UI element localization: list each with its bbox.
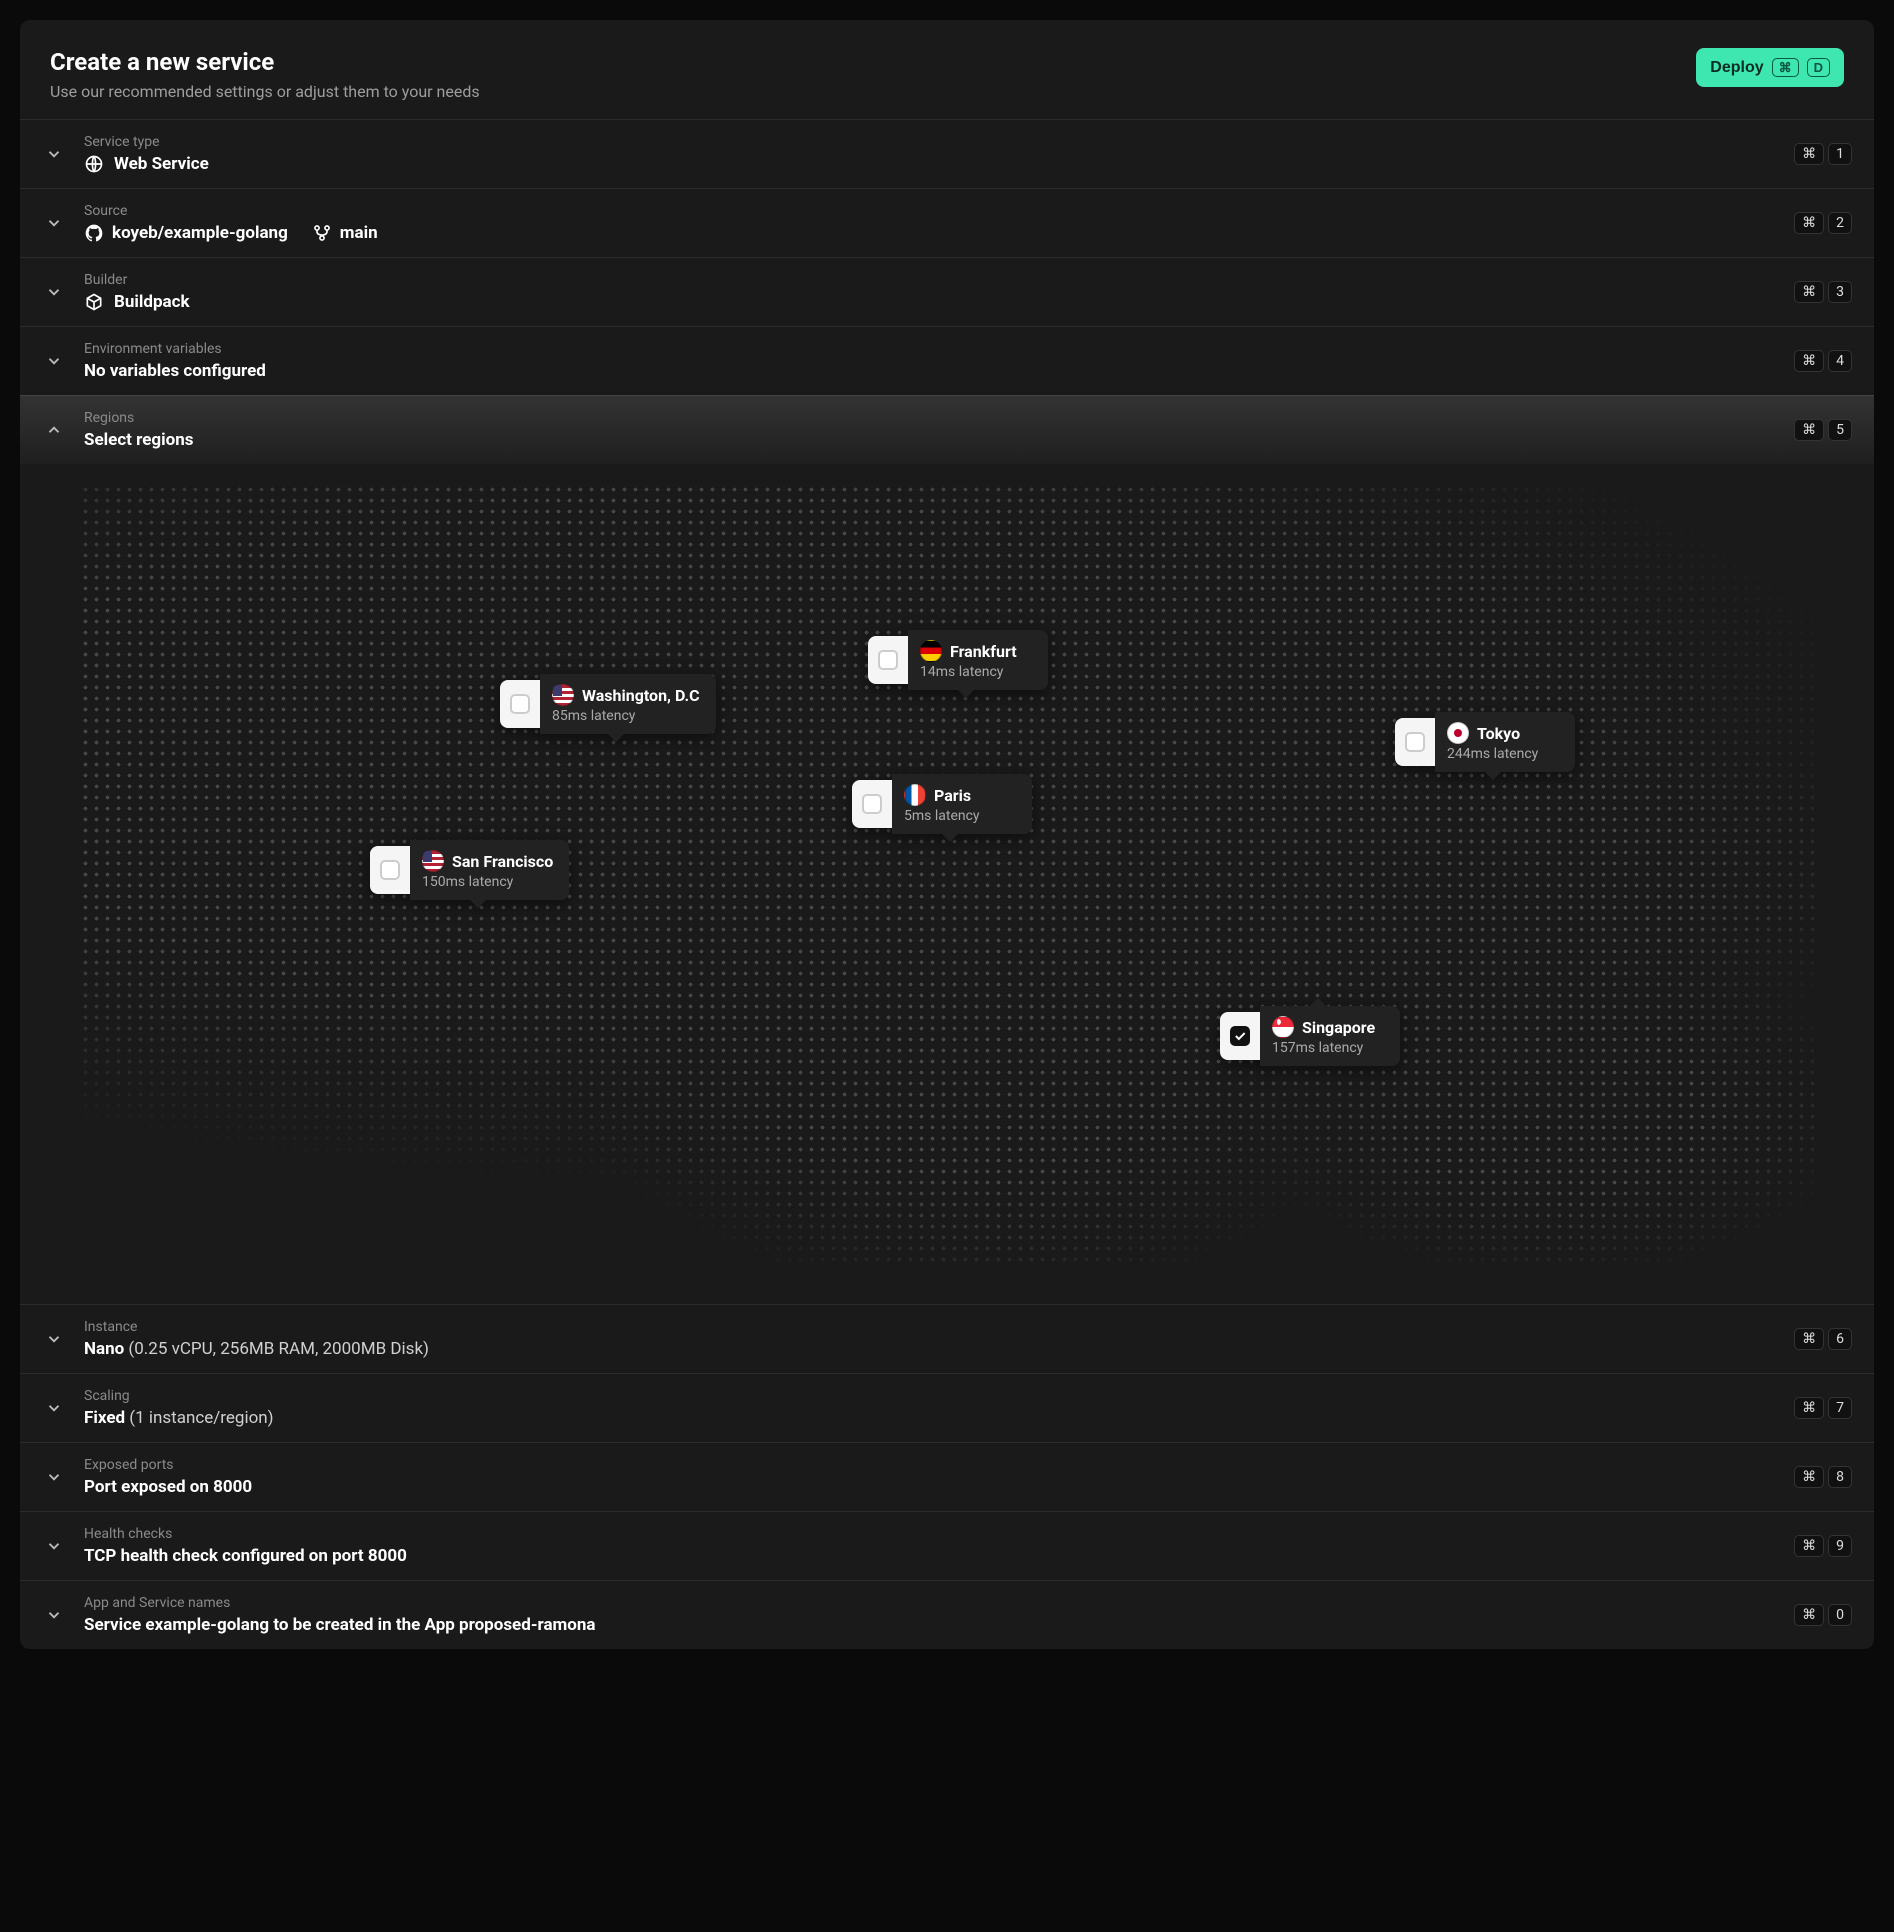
shortcut-builder: ⌘ 3 [1794, 281, 1852, 303]
shortcut-source: ⌘ 2 [1794, 212, 1852, 234]
page-title: Create a new service [50, 48, 480, 76]
env-value: No variables configured [84, 361, 266, 381]
region-card-paris: Paris 5ms latency [852, 774, 1032, 834]
section-instance[interactable]: Instance Nano (0.25 vCPU, 256MB RAM, 200… [20, 1304, 1874, 1373]
card-header: Create a new service Use our recommended… [20, 20, 1874, 119]
region-name-tokyo: Tokyo [1477, 724, 1520, 743]
shortcut-scaling: ⌘ 7 [1794, 1397, 1852, 1419]
chevron-down-icon [42, 1534, 66, 1558]
source-repo: koyeb/example-golang [112, 223, 288, 243]
region-name-washington: Washington, D.C [582, 686, 700, 705]
section-regions[interactable]: Regions Select regions ⌘ 5 [20, 395, 1874, 464]
service-type-label: Service type [84, 134, 1776, 150]
chevron-down-icon [42, 1396, 66, 1420]
chevron-up-icon [42, 418, 66, 442]
package-icon [84, 292, 104, 312]
shortcut-regions: ⌘ 5 [1794, 419, 1852, 441]
chevron-down-icon [42, 280, 66, 304]
shortcut-instance: ⌘ 6 [1794, 1328, 1852, 1350]
region-card-singapore: Singapore 157ms latency [1220, 1006, 1400, 1066]
deploy-kbd-d: D [1807, 58, 1830, 77]
region-checkbox-paris[interactable] [862, 794, 882, 814]
env-label: Environment variables [84, 341, 1776, 357]
scaling-value-rest: (1 instance/region) [125, 1408, 274, 1428]
region-name-paris: Paris [934, 786, 971, 805]
regions-value: Select regions [84, 430, 193, 450]
region-latency-washington: 85ms latency [552, 708, 700, 724]
builder-label: Builder [84, 272, 1776, 288]
create-service-card: Create a new service Use our recommended… [20, 20, 1874, 1649]
branch-icon [312, 223, 332, 243]
section-env[interactable]: Environment variables No variables confi… [20, 326, 1874, 395]
section-names[interactable]: App and Service names Service example-go… [20, 1580, 1874, 1649]
chevron-down-icon [42, 1465, 66, 1489]
source-label: Source [84, 203, 1776, 219]
deploy-kbd-cmd: ⌘ [1772, 58, 1799, 77]
flag-fr-icon [904, 784, 926, 806]
shortcut-service-type: ⌘ 1 [1794, 143, 1852, 165]
regions-label: Regions [84, 410, 1776, 426]
region-name-frankfurt: Frankfurt [950, 642, 1017, 661]
page-subtitle: Use our recommended settings or adjust t… [50, 82, 480, 101]
chevron-down-icon [42, 349, 66, 373]
region-latency-sanfrancisco: 150ms latency [422, 874, 553, 890]
shortcut-ports: ⌘ 8 [1794, 1466, 1852, 1488]
flag-us-icon [422, 850, 444, 872]
region-card-sanfrancisco: San Francisco 150ms latency [370, 840, 569, 900]
section-service-type[interactable]: Service type Web Service ⌘ 1 [20, 119, 1874, 188]
region-checkbox-frankfurt[interactable] [878, 650, 898, 670]
names-value: Service example-golang to be created in … [84, 1615, 596, 1635]
section-scaling[interactable]: Scaling Fixed (1 instance/region) ⌘ 7 [20, 1373, 1874, 1442]
chevron-down-icon [42, 1603, 66, 1627]
flag-de-icon [920, 640, 942, 662]
section-source[interactable]: Source koyeb/example-golang main ⌘ 2 [20, 188, 1874, 257]
scaling-label: Scaling [84, 1388, 1776, 1404]
region-card-frankfurt: Frankfurt 14ms latency [868, 630, 1048, 690]
section-health[interactable]: Health checks TCP health check configure… [20, 1511, 1874, 1580]
shortcut-health: ⌘ 9 [1794, 1535, 1852, 1557]
health-label: Health checks [84, 1526, 1776, 1542]
region-checkbox-singapore[interactable] [1230, 1026, 1250, 1046]
chevron-down-icon [42, 1327, 66, 1351]
deploy-button[interactable]: Deploy ⌘ D [1696, 48, 1844, 87]
section-builder[interactable]: Builder Buildpack ⌘ 3 [20, 257, 1874, 326]
region-latency-tokyo: 244ms latency [1447, 746, 1559, 762]
deploy-label: Deploy [1710, 59, 1763, 77]
ports-label: Exposed ports [84, 1457, 1776, 1473]
shortcut-names: ⌘ 0 [1794, 1604, 1852, 1626]
region-name-singapore: Singapore [1302, 1018, 1375, 1037]
section-ports[interactable]: Exposed ports Port exposed on 8000 ⌘ 8 [20, 1442, 1874, 1511]
region-latency-singapore: 157ms latency [1272, 1040, 1384, 1056]
region-card-tokyo: Tokyo 244ms latency [1395, 712, 1575, 772]
regions-map: Washington, D.C 85ms latency San Francis… [20, 464, 1874, 1304]
chevron-down-icon [42, 211, 66, 235]
builder-value: Buildpack [114, 292, 190, 312]
region-checkbox-sanfrancisco[interactable] [380, 860, 400, 880]
instance-value-bold: Nano [84, 1339, 124, 1359]
ports-value: Port exposed on 8000 [84, 1477, 252, 1497]
region-latency-frankfurt: 14ms latency [920, 664, 1032, 680]
instance-label: Instance [84, 1319, 1776, 1335]
service-type-value: Web Service [114, 154, 209, 174]
chevron-down-icon [42, 142, 66, 166]
region-latency-paris: 5ms latency [904, 808, 1016, 824]
names-label: App and Service names [84, 1595, 1776, 1611]
region-card-washington: Washington, D.C 85ms latency [500, 674, 716, 734]
flag-sg-icon [1272, 1016, 1294, 1038]
instance-value-rest: (0.25 vCPU, 256MB RAM, 2000MB Disk) [124, 1339, 429, 1359]
scaling-value-bold: Fixed [84, 1408, 125, 1428]
health-value: TCP health check configured on port 8000 [84, 1546, 407, 1566]
region-checkbox-washington[interactable] [510, 694, 530, 714]
shortcut-env: ⌘ 4 [1794, 350, 1852, 372]
world-map-dots [80, 484, 1814, 1264]
region-name-sanfrancisco: San Francisco [452, 852, 553, 871]
github-icon [84, 223, 104, 243]
globe-icon [84, 154, 104, 174]
flag-jp-icon [1447, 722, 1469, 744]
source-branch: main [340, 223, 378, 243]
flag-us-icon [552, 684, 574, 706]
region-checkbox-tokyo[interactable] [1405, 732, 1425, 752]
